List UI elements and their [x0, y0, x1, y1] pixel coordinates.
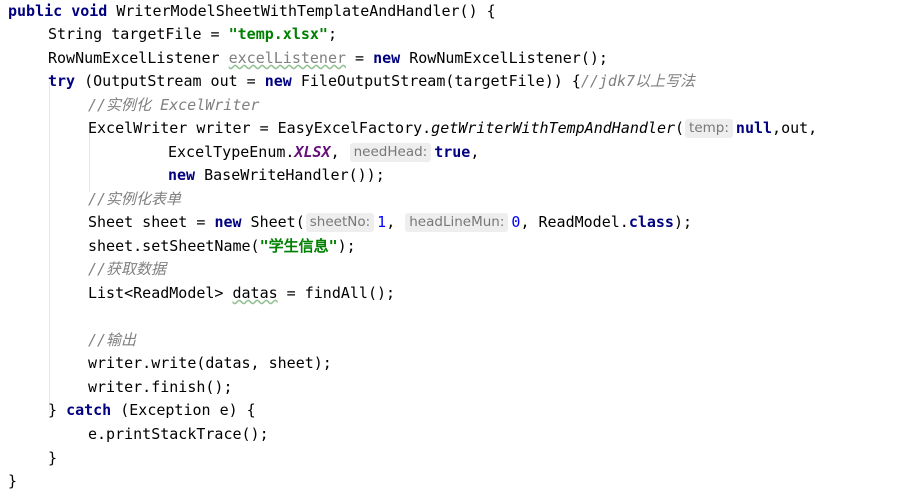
code-line-2[interactable]: String targetFile = "temp.xlsx";	[48, 23, 337, 46]
argument-text: ,out,	[772, 119, 818, 137]
assign-op: =	[346, 49, 374, 67]
param-hint-headlinemun: headLineMun:	[405, 213, 509, 232]
indent-guide	[49, 82, 50, 412]
closing-brace: }	[48, 401, 67, 419]
keyword-catch: catch	[66, 401, 112, 419]
code-line-8[interactable]: new BaseWriteHandler());	[168, 164, 385, 187]
keyword-new: new	[373, 49, 401, 67]
code-line-20[interactable]: }	[48, 447, 57, 470]
method-call: sheet.setSheetName(	[88, 237, 260, 255]
number-literal: 1	[377, 213, 387, 231]
param-hint-temp: temp:	[685, 119, 733, 138]
code-line-12[interactable]: //获取数据	[88, 258, 166, 281]
code-line-11[interactable]: sheet.setSheetName("学生信息");	[88, 235, 356, 258]
line-comment: //输出	[88, 331, 137, 349]
code-line-19[interactable]: e.printStackTrace();	[88, 423, 269, 446]
statement-end: ;	[327, 25, 337, 43]
declaration-type: List<ReadModel>	[88, 284, 233, 302]
keyword-try: try	[48, 72, 76, 90]
comma: ,	[470, 143, 480, 161]
constructor-call: FileOutputStream(targetFile)) {	[291, 72, 581, 90]
open-paren: (	[675, 119, 685, 137]
code-line-6[interactable]: ExcelWriter writer = EasyExcelFactory.ge…	[88, 117, 817, 140]
line-comment: //获取数据	[88, 260, 167, 278]
code-line-5[interactable]: //实例化 ExcelWriter	[88, 94, 259, 117]
keyword-null: null	[735, 119, 773, 137]
constructor-call: Sheet(	[241, 213, 305, 231]
method-signature: WriterModelSheetWithTemplateAndHandler()…	[107, 2, 496, 20]
static-method-call: getWriterWithTempAndHandler	[431, 119, 676, 137]
keyword-true: true	[434, 143, 471, 161]
variable-datas: datas	[232, 284, 278, 302]
argument-text: , ReadModel.	[520, 213, 629, 231]
param-hint-sheetno: sheetNo:	[305, 213, 375, 232]
declaration-text: String targetFile =	[48, 25, 229, 43]
method-call: writer.write(datas, sheet);	[88, 354, 332, 372]
closing-brace: }	[48, 449, 58, 467]
declaration-type: RowNumExcelListener	[48, 49, 229, 67]
keyword-new: new	[214, 213, 242, 231]
keyword-class: class	[628, 213, 674, 231]
code-line-4[interactable]: try (OutputStream out = new FileOutputSt…	[48, 70, 695, 93]
code-line-10[interactable]: Sheet sheet = new Sheet(sheetNo: 1, headL…	[88, 211, 692, 234]
comma: ,	[330, 143, 340, 161]
method-call: writer.finish();	[88, 378, 233, 396]
code-line-15[interactable]: //输出	[88, 329, 136, 352]
code-editor[interactable]: public void WriterModelSheetWithTemplate…	[0, 0, 916, 497]
param-hint-needhead: needHead:	[349, 143, 432, 162]
line-comment: //jdk7以上写法	[580, 72, 696, 90]
line-comment: //实例化表单	[88, 190, 182, 208]
code-line-21[interactable]: }	[8, 470, 17, 493]
string-literal: "学生信息"	[259, 237, 338, 255]
code-line-16[interactable]: writer.write(datas, sheet);	[88, 352, 332, 375]
enum-ref: ExcelTypeEnum.	[168, 143, 295, 161]
catch-clause: (Exception e) {	[111, 401, 256, 419]
statement-end: );	[673, 213, 693, 231]
keyword-void: void	[71, 2, 108, 20]
constructor-call: BaseWriteHandler());	[195, 166, 385, 184]
keyword-new: new	[168, 166, 196, 184]
line-comment: //实例化 ExcelWriter	[88, 96, 260, 114]
keyword-new: new	[264, 72, 292, 90]
code-line-9[interactable]: //实例化表单	[88, 188, 181, 211]
code-line-17[interactable]: writer.finish();	[88, 376, 233, 399]
keyword-public: public	[8, 2, 63, 20]
enum-constant: XLSX	[294, 143, 331, 161]
closing-brace: }	[8, 472, 18, 490]
resource-declaration: (OutputStream out =	[75, 72, 265, 90]
code-line-3[interactable]: RowNumExcelListener excelListener = new …	[48, 47, 608, 70]
statement-end: );	[337, 237, 356, 255]
constructor-call: RowNumExcelListener();	[400, 49, 608, 67]
unused-variable: excelListener	[228, 49, 347, 67]
method-call: e.printStackTrace();	[88, 425, 269, 443]
string-literal: "temp.xlsx"	[228, 25, 328, 43]
code-line-1[interactable]: public void WriterModelSheetWithTemplate…	[8, 0, 496, 23]
code-line-7[interactable]: ExcelTypeEnum.XLSX, needHead: true,	[168, 141, 479, 164]
assignment-text: ExcelWriter writer = EasyExcelFactory.	[88, 119, 432, 137]
assignment-call: = findAll();	[277, 284, 396, 302]
code-line-18[interactable]: } catch (Exception e) {	[48, 399, 256, 422]
comma: ,	[386, 213, 405, 231]
assignment-text: Sheet sheet =	[88, 213, 215, 231]
code-line-13[interactable]: List<ReadModel> datas = findAll();	[88, 282, 395, 305]
